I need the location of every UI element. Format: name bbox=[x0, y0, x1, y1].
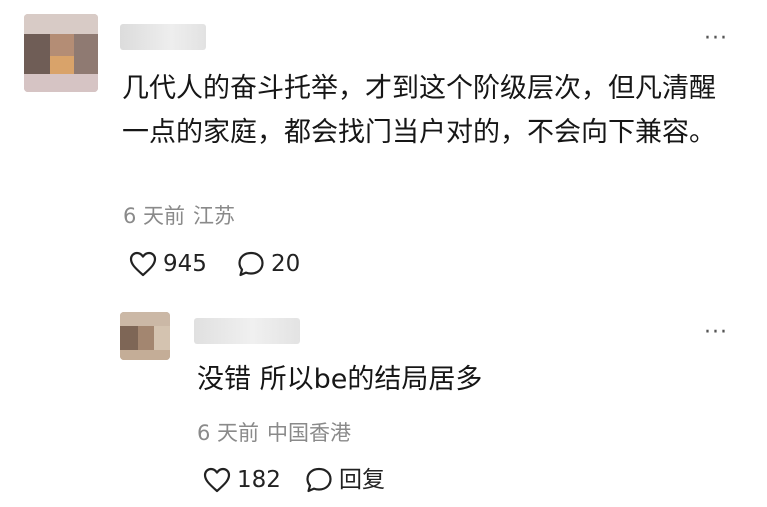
username-blurred[interactable] bbox=[120, 24, 206, 50]
speech-bubble-icon bbox=[306, 467, 332, 493]
avatar[interactable] bbox=[120, 312, 170, 360]
reply-count: 20 bbox=[271, 250, 301, 277]
reply-button[interactable]: 回复 bbox=[304, 466, 385, 494]
like-count: 945 bbox=[163, 250, 207, 277]
like-button[interactable]: 945 bbox=[128, 250, 207, 278]
heart-icon bbox=[129, 251, 157, 277]
comment-meta: 6 天前 江苏 bbox=[123, 206, 235, 227]
reply-count-button[interactable]: 20 bbox=[236, 250, 300, 278]
comment-text: 几代人的奋斗托举，才到这个阶级层次，但凡清醒一点的家庭，都会找门当户对的，不会向… bbox=[122, 73, 716, 148]
like-button[interactable]: 182 bbox=[202, 466, 281, 494]
reply-text: 没错 所以be的结局居多 bbox=[197, 364, 483, 395]
more-dots-icon: ··· bbox=[704, 26, 728, 51]
more-options-button[interactable]: ··· bbox=[704, 322, 728, 344]
reply-location: 中国香港 bbox=[267, 421, 352, 445]
avatar[interactable] bbox=[24, 14, 98, 92]
like-count: 182 bbox=[237, 466, 281, 493]
more-options-button[interactable]: ··· bbox=[704, 28, 728, 50]
more-dots-icon: ··· bbox=[704, 320, 728, 345]
speech-bubble-icon bbox=[238, 251, 264, 277]
reply-meta: 6 天前 中国香港 bbox=[197, 423, 351, 444]
comment-location: 江苏 bbox=[193, 204, 236, 228]
reply-time: 6 天前 bbox=[197, 421, 260, 445]
heart-icon bbox=[203, 467, 231, 493]
reply-label: 回复 bbox=[339, 466, 385, 493]
username-blurred[interactable] bbox=[194, 318, 300, 344]
comment-time: 6 天前 bbox=[123, 204, 186, 228]
